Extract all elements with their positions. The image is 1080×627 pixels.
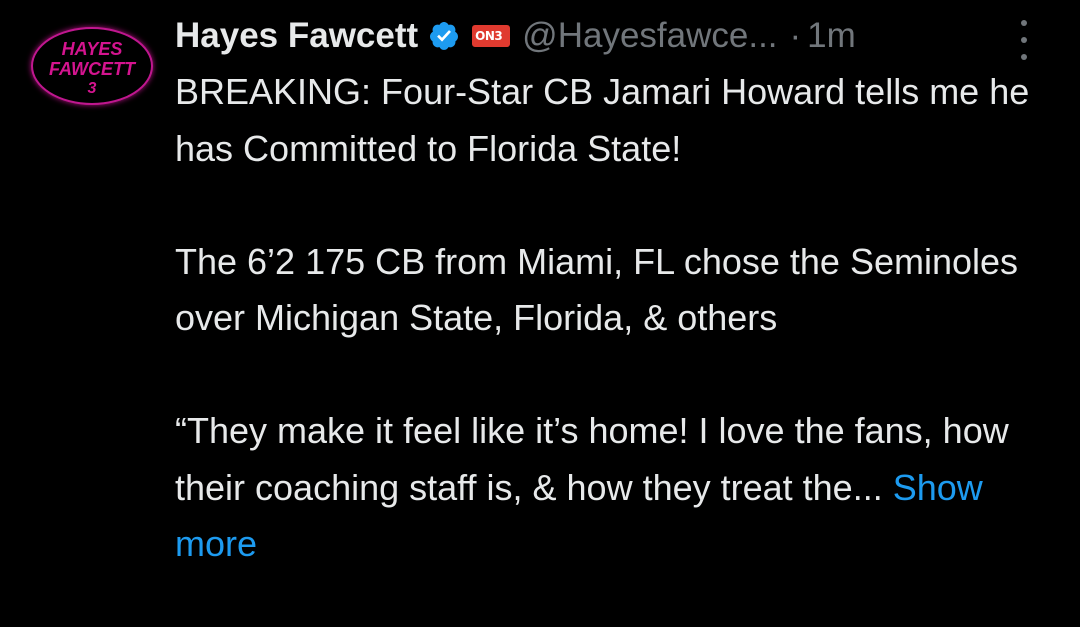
- avatar-line3: 3: [88, 80, 97, 97]
- timestamp[interactable]: 1m: [807, 16, 856, 56]
- affiliate-badge-label: ON3: [475, 29, 503, 43]
- tweet-text: BREAKING: Four-Star CB Jamari Howard tel…: [175, 64, 1055, 573]
- tweet-paragraph: BREAKING: Four-Star CB Jamari Howard tel…: [175, 71, 1030, 169]
- avatar-logo: HAYES FAWCETT 3: [49, 39, 137, 97]
- affiliate-badge-icon[interactable]: ON3: [472, 25, 511, 47]
- avatar-line2: FAWCETT: [49, 59, 137, 79]
- avatar-line1: HAYES: [62, 39, 123, 59]
- tweet-paragraph: The 6’2 175 CB from Miami, FL chose the …: [175, 240, 1019, 339]
- tweet-card[interactable]: HAYES FAWCETT 3 Hayes Fawcett ON3 @Hayes…: [0, 0, 1080, 627]
- tweet-paragraph-text: “They make it feel like it’s home! I lov…: [175, 410, 1009, 508]
- verified-badge-icon[interactable]: [428, 20, 460, 52]
- tweet-header: Hayes Fawcett ON3 @Hayesfawce... · 1m: [175, 10, 856, 62]
- more-options-icon[interactable]: [1016, 20, 1032, 60]
- user-handle[interactable]: @Hayesfawce...: [522, 16, 777, 56]
- avatar[interactable]: HAYES FAWCETT 3: [31, 27, 153, 105]
- tweet-paragraph: “They make it feel like it’s home! I lov…: [175, 403, 1055, 573]
- separator-dot: ·: [789, 16, 802, 55]
- display-name[interactable]: Hayes Fawcett: [175, 16, 418, 56]
